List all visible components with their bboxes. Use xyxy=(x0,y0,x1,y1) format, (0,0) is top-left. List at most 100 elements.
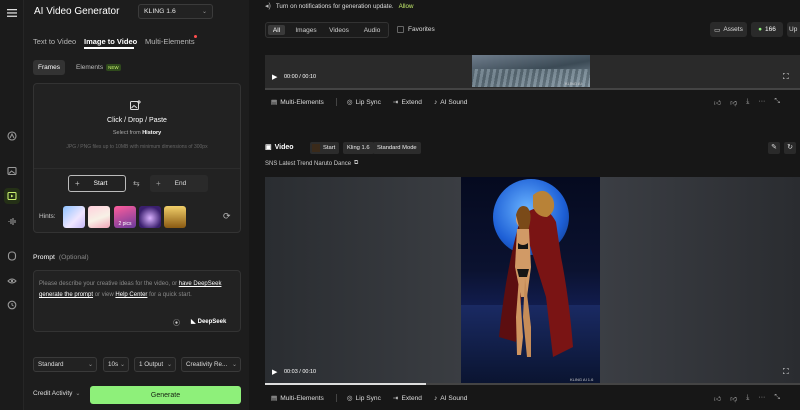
pics-count: 2 pics xyxy=(118,221,132,227)
extend-action[interactable]: ⇥ Extend xyxy=(392,394,422,403)
lip-sync-action[interactable]: ◎ Lip Sync xyxy=(347,98,381,107)
duration-select[interactable]: 10s ⌄ xyxy=(103,357,129,372)
assets-button[interactable]: ▭ Assets xyxy=(710,22,747,37)
fullscreen-icon[interactable]: ⛶ xyxy=(783,367,789,377)
video-header: ▣ Video xyxy=(265,143,294,152)
multi-elements-action[interactable]: ▤ Multi-Elements xyxy=(271,394,324,403)
ai-sound-action[interactable]: ♪ AI Sound xyxy=(434,99,467,106)
hint-thumbnail-multi[interactable]: 2 pics xyxy=(114,206,136,228)
audio-icon[interactable] xyxy=(4,213,20,229)
chevron-down-icon: ⌄ xyxy=(201,9,207,15)
subtab-frames[interactable]: Frames xyxy=(33,60,66,75)
ai-sound-label: AI Sound xyxy=(440,394,468,402)
lip-sync-action[interactable]: ◎ Lip Sync xyxy=(347,394,381,403)
sound-icon: ♪ xyxy=(433,98,438,106)
hint-thumbnail[interactable] xyxy=(164,206,186,228)
history-link[interactable]: History xyxy=(142,130,161,136)
history-icon[interactable] xyxy=(4,297,20,313)
allow-link[interactable]: Allow xyxy=(399,3,414,10)
video-actions-1: ▤ Multi-Elements ◎ Lip Sync ⇥ Extend ♪ AI So… xyxy=(265,91,800,113)
video-time: 00:00 / 00:10 xyxy=(284,74,317,80)
regenerate-icon[interactable]: ↻ xyxy=(784,142,796,154)
chevron-down-icon: ⌄ xyxy=(119,362,125,368)
filter-all[interactable]: All xyxy=(268,25,285,35)
collapse-icon[interactable]: ⤡ xyxy=(774,98,780,107)
help-center-link[interactable]: Help Center xyxy=(115,292,147,298)
start-frame-button[interactable]: + Start xyxy=(68,175,126,192)
credit-activity-dropdown[interactable]: Credit Activity ⌄ xyxy=(33,390,80,397)
prompt-textarea[interactable]: Please describe your creative ideas for … xyxy=(33,270,241,332)
plus-icon: + xyxy=(75,179,80,188)
thumbs-down-icon[interactable]: 👎︎ xyxy=(730,98,737,107)
eye-icon[interactable] xyxy=(4,273,20,289)
ai-sound-action[interactable]: ♪ AI Sound xyxy=(434,395,467,402)
swap-icon[interactable]: ⇆ xyxy=(133,179,140,188)
start-chip-label: Start xyxy=(323,145,336,151)
more-icon[interactable]: ··· xyxy=(758,394,765,403)
multi-elements-action[interactable]: ▤ Multi-Elements xyxy=(271,98,324,107)
upgrade-button[interactable]: Up xyxy=(787,22,800,37)
video-player-1[interactable]: KLING AI ▶ 00:00 / 00:10 ⛶ xyxy=(265,55,800,89)
favorites-checkbox[interactable] xyxy=(397,26,404,33)
fullscreen-icon[interactable]: ⛶ xyxy=(783,72,789,82)
video-icon[interactable] xyxy=(4,188,20,204)
extend-action[interactable]: ⇥ Extend xyxy=(393,98,422,107)
explore-icon[interactable] xyxy=(4,128,20,144)
upload-area[interactable]: Click / Drop / Paste Select from History… xyxy=(33,83,241,233)
tab-image-to-video[interactable]: Image to Video xyxy=(84,37,137,46)
play-icon[interactable]: ▶ xyxy=(272,368,277,376)
favorites-toggle[interactable]: Favorites xyxy=(397,26,435,33)
end-frame-button[interactable]: + End xyxy=(150,175,208,192)
multi-elements-label: Multi-Elements xyxy=(280,98,324,106)
tab-multi-elements[interactable]: Multi-Elements xyxy=(145,37,195,46)
model-select[interactable]: KLING 1.6 ⌄ xyxy=(138,4,213,19)
ai-sound-label: AI Sound xyxy=(440,98,468,106)
figures-illustration xyxy=(499,190,573,357)
duration-select-value: 10s xyxy=(108,361,119,368)
divider xyxy=(335,394,337,402)
video-progress-track[interactable] xyxy=(265,88,800,90)
model-select-value: KLING 1.6 xyxy=(144,8,176,15)
copy-icon[interactable]: ⧉ xyxy=(354,160,358,167)
mode-select[interactable]: Standard ⌄ xyxy=(33,357,97,372)
subtab-elements[interactable]: Elements NEW xyxy=(73,60,124,75)
thumbs-up-icon[interactable]: 👍︎ xyxy=(714,394,721,403)
download-icon[interactable]: ⤓ xyxy=(746,98,749,107)
download-icon[interactable]: ⤓ xyxy=(746,394,749,403)
deepseek-button[interactable]: ◣ DeepSeek xyxy=(191,318,226,326)
credits-badge[interactable]: ● 166 xyxy=(751,22,783,37)
video-progress-track[interactable] xyxy=(265,383,800,385)
credit-activity-label: Credit Activity xyxy=(33,390,73,397)
location-pin-icon[interactable]: ⦿ xyxy=(173,318,180,328)
output-count-value: 1 Output xyxy=(139,361,164,368)
hint-thumbnail[interactable] xyxy=(63,206,85,228)
video-header-title: Video xyxy=(274,143,294,151)
filter-videos[interactable]: Videos xyxy=(325,25,353,35)
generate-button[interactable]: Generate xyxy=(90,386,241,404)
play-icon[interactable]: ▶ xyxy=(272,73,277,81)
more-icon[interactable]: ··· xyxy=(758,98,765,107)
edit-icon[interactable]: ✎ xyxy=(768,142,780,154)
image-icon[interactable] xyxy=(4,163,20,179)
end-frame-label: End xyxy=(174,180,187,187)
menu-icon[interactable] xyxy=(4,5,20,21)
video-toolbar-2: 👍︎ 👎︎ ⤓ ··· ⤡ xyxy=(714,394,780,403)
thumbs-down-icon[interactable]: 👎︎ xyxy=(730,394,737,403)
collapse-icon[interactable]: ⤡ xyxy=(774,394,780,403)
video-player-2[interactable]: KLING AI 1.6 ▶ 00:03 / 00:10 ⛶ xyxy=(265,177,800,384)
extend-icon: ⇥ xyxy=(392,395,399,402)
upload-image-icon xyxy=(130,100,141,111)
output-count-select[interactable]: 1 Output ⌄ xyxy=(134,357,176,372)
hint-thumbnail[interactable] xyxy=(88,206,110,228)
multi-elements-icon: ▤ xyxy=(271,99,278,106)
filter-audio[interactable]: Audio xyxy=(358,25,386,35)
extend-label: Extend xyxy=(401,98,422,106)
hint-thumbnail[interactable] xyxy=(139,206,161,228)
avatar-icon[interactable] xyxy=(4,248,20,264)
filter-images[interactable]: Images xyxy=(292,25,320,35)
creativity-select[interactable]: Creativity Re... ⌄ xyxy=(181,357,241,372)
refresh-icon[interactable]: ⟳ xyxy=(223,211,231,222)
model-chip: Kling 1.6 xyxy=(343,142,374,154)
tab-text-to-video[interactable]: Text to Video xyxy=(33,37,76,46)
thumbs-up-icon[interactable]: 👍︎ xyxy=(714,98,721,107)
